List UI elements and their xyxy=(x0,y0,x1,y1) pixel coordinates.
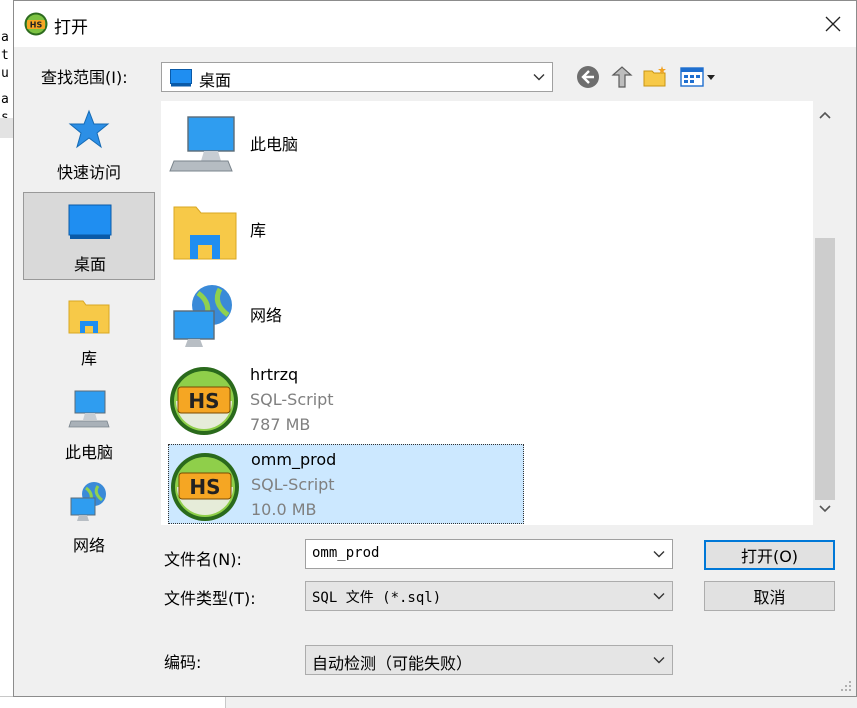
file-icon-text: HS xyxy=(188,389,219,413)
resize-grip-icon[interactable] xyxy=(840,680,852,692)
look-in-value: 桌面 xyxy=(199,71,232,90)
library-icon xyxy=(68,300,110,334)
new-folder-icon xyxy=(643,66,666,87)
place-label: 此电脑 xyxy=(64,443,113,462)
list-item-libraries[interactable]: 库 xyxy=(168,189,524,269)
open-button[interactable]: 打开(O) xyxy=(704,540,835,570)
encoding-value: 自动检测（可能失败） xyxy=(312,654,473,673)
heidisql-icon: HS xyxy=(171,453,239,521)
file-name: 此电脑 xyxy=(250,135,299,154)
view-menu-icon xyxy=(680,67,715,87)
title-bar[interactable]: HS 打开 xyxy=(14,1,856,47)
background-app-window: a t u a s xyxy=(0,0,14,708)
place-label: 快速访问 xyxy=(56,163,121,182)
look-in-label: 查找范围(I): xyxy=(41,68,128,87)
file-icon-text: HS xyxy=(189,475,220,499)
app-icon-text: HS xyxy=(30,21,43,30)
back-icon xyxy=(577,66,599,88)
file-type: SQL-Script xyxy=(251,475,335,494)
filetype-label: 文件类型(T): xyxy=(164,589,256,608)
place-desktop[interactable]: 桌面 xyxy=(23,192,155,280)
file-size: 787 MB xyxy=(250,415,311,434)
list-item-network[interactable]: 网络 xyxy=(168,275,524,355)
computer-icon xyxy=(68,390,110,428)
file-name: 库 xyxy=(250,221,267,240)
code-char: t xyxy=(1,48,9,63)
look-in-dropdown[interactable]: 桌面 xyxy=(161,62,553,92)
place-this-pc[interactable]: 此电脑 xyxy=(23,381,155,469)
back-button[interactable] xyxy=(574,64,602,90)
filetype-dropdown[interactable]: SQL 文件 (*.sql) xyxy=(305,581,673,611)
scroll-up-icon[interactable] xyxy=(817,109,833,121)
file-name: hrtrzq xyxy=(250,365,299,384)
computer-icon xyxy=(169,116,235,172)
filename-label: 文件名(N): xyxy=(164,550,242,569)
code-char: a xyxy=(1,92,9,107)
file-list: 此电脑 库 网络 HS hrtrzq SQL-Script 787 MB HS … xyxy=(161,101,837,525)
up-folder-button[interactable] xyxy=(608,64,636,90)
open-file-dialog: HS 打开 查找范围(I): 桌面 快速访问 桌面 库 此电脑 网络 此电脑 库… xyxy=(13,0,857,697)
dialog-title: 打开 xyxy=(54,18,88,38)
place-label: 库 xyxy=(80,349,97,368)
view-menu-button[interactable] xyxy=(678,64,720,90)
list-item-this-pc[interactable]: 此电脑 xyxy=(168,103,524,183)
heidisql-app-icon: HS xyxy=(24,12,48,36)
desktop-icon xyxy=(68,204,112,239)
code-char: a xyxy=(1,30,9,45)
file-name: omm_prod xyxy=(251,450,337,469)
network-icon xyxy=(173,285,232,347)
filetype-value: SQL 文件 (*.sql) xyxy=(312,590,442,606)
close-button[interactable] xyxy=(810,1,856,47)
star-icon xyxy=(68,109,110,149)
list-item-file[interactable]: HS hrtrzq SQL-Script 787 MB xyxy=(168,359,524,439)
code-char: u xyxy=(1,66,9,81)
list-item-file-selected[interactable]: HS omm_prod SQL-Script 10.0 MB xyxy=(168,444,524,524)
places-bar: 快速访问 桌面 库 此电脑 网络 xyxy=(23,101,157,555)
encoding-label: 编码: xyxy=(164,653,202,672)
chevron-down-icon xyxy=(533,74,545,81)
place-network[interactable]: 网络 xyxy=(23,474,155,562)
scroll-down-icon[interactable] xyxy=(817,503,833,515)
close-icon xyxy=(825,16,841,32)
background-toolbar-band xyxy=(0,118,13,138)
new-folder-button[interactable] xyxy=(642,64,670,90)
up-folder-icon xyxy=(611,66,633,88)
place-libraries[interactable]: 库 xyxy=(23,287,155,375)
network-icon xyxy=(70,482,106,521)
filename-input[interactable]: omm_prod xyxy=(305,539,673,569)
chevron-down-icon xyxy=(653,593,665,600)
file-type: SQL-Script xyxy=(250,390,334,409)
file-name: 网络 xyxy=(250,306,283,325)
filename-value: omm_prod xyxy=(312,545,380,561)
chevron-down-icon xyxy=(653,657,665,664)
place-label: 网络 xyxy=(72,536,105,555)
scrollbar-thumb[interactable] xyxy=(815,238,835,500)
cancel-button[interactable]: 取消 xyxy=(704,581,835,611)
encoding-dropdown[interactable]: 自动检测（可能失败） xyxy=(305,645,673,675)
desktop-icon xyxy=(170,69,192,87)
background-status-bar xyxy=(0,696,226,708)
heidisql-icon: HS xyxy=(170,367,238,435)
place-label: 桌面 xyxy=(73,255,106,274)
library-icon xyxy=(173,206,237,260)
vertical-scrollbar[interactable] xyxy=(813,101,837,525)
chevron-down-icon[interactable] xyxy=(652,547,666,561)
place-quick-access[interactable]: 快速访问 xyxy=(23,101,155,189)
file-size: 10.0 MB xyxy=(251,500,317,519)
